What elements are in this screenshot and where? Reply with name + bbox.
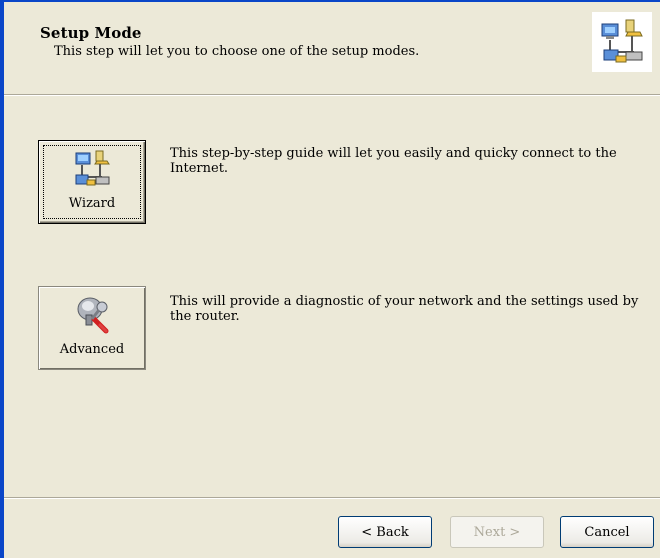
network-computers-icon [592,12,652,72]
advanced-description: This will provide a diagnostic of your n… [170,294,639,324]
advanced-button[interactable]: Advanced [38,286,146,370]
wizard-description: This step-by-step guide will let you eas… [170,146,617,176]
advanced-button-label: Advanced [59,342,125,357]
next-button[interactable]: Next > [450,516,544,548]
wizard-header: Setup Mode This step will let you to cho… [4,2,660,94]
wrench-tools-icon [77,297,109,334]
network-computers-icon [75,150,110,186]
footer-separator [4,497,660,499]
header-separator [4,94,660,96]
wizard-button-label: Wizard [68,196,116,211]
back-button[interactable]: < Back [338,516,432,548]
page-subtitle: This step will let you to choose one of … [54,44,420,59]
page-title: Setup Mode [40,24,142,42]
cancel-button[interactable]: Cancel [560,516,654,548]
wizard-button[interactable]: Wizard [38,140,146,224]
